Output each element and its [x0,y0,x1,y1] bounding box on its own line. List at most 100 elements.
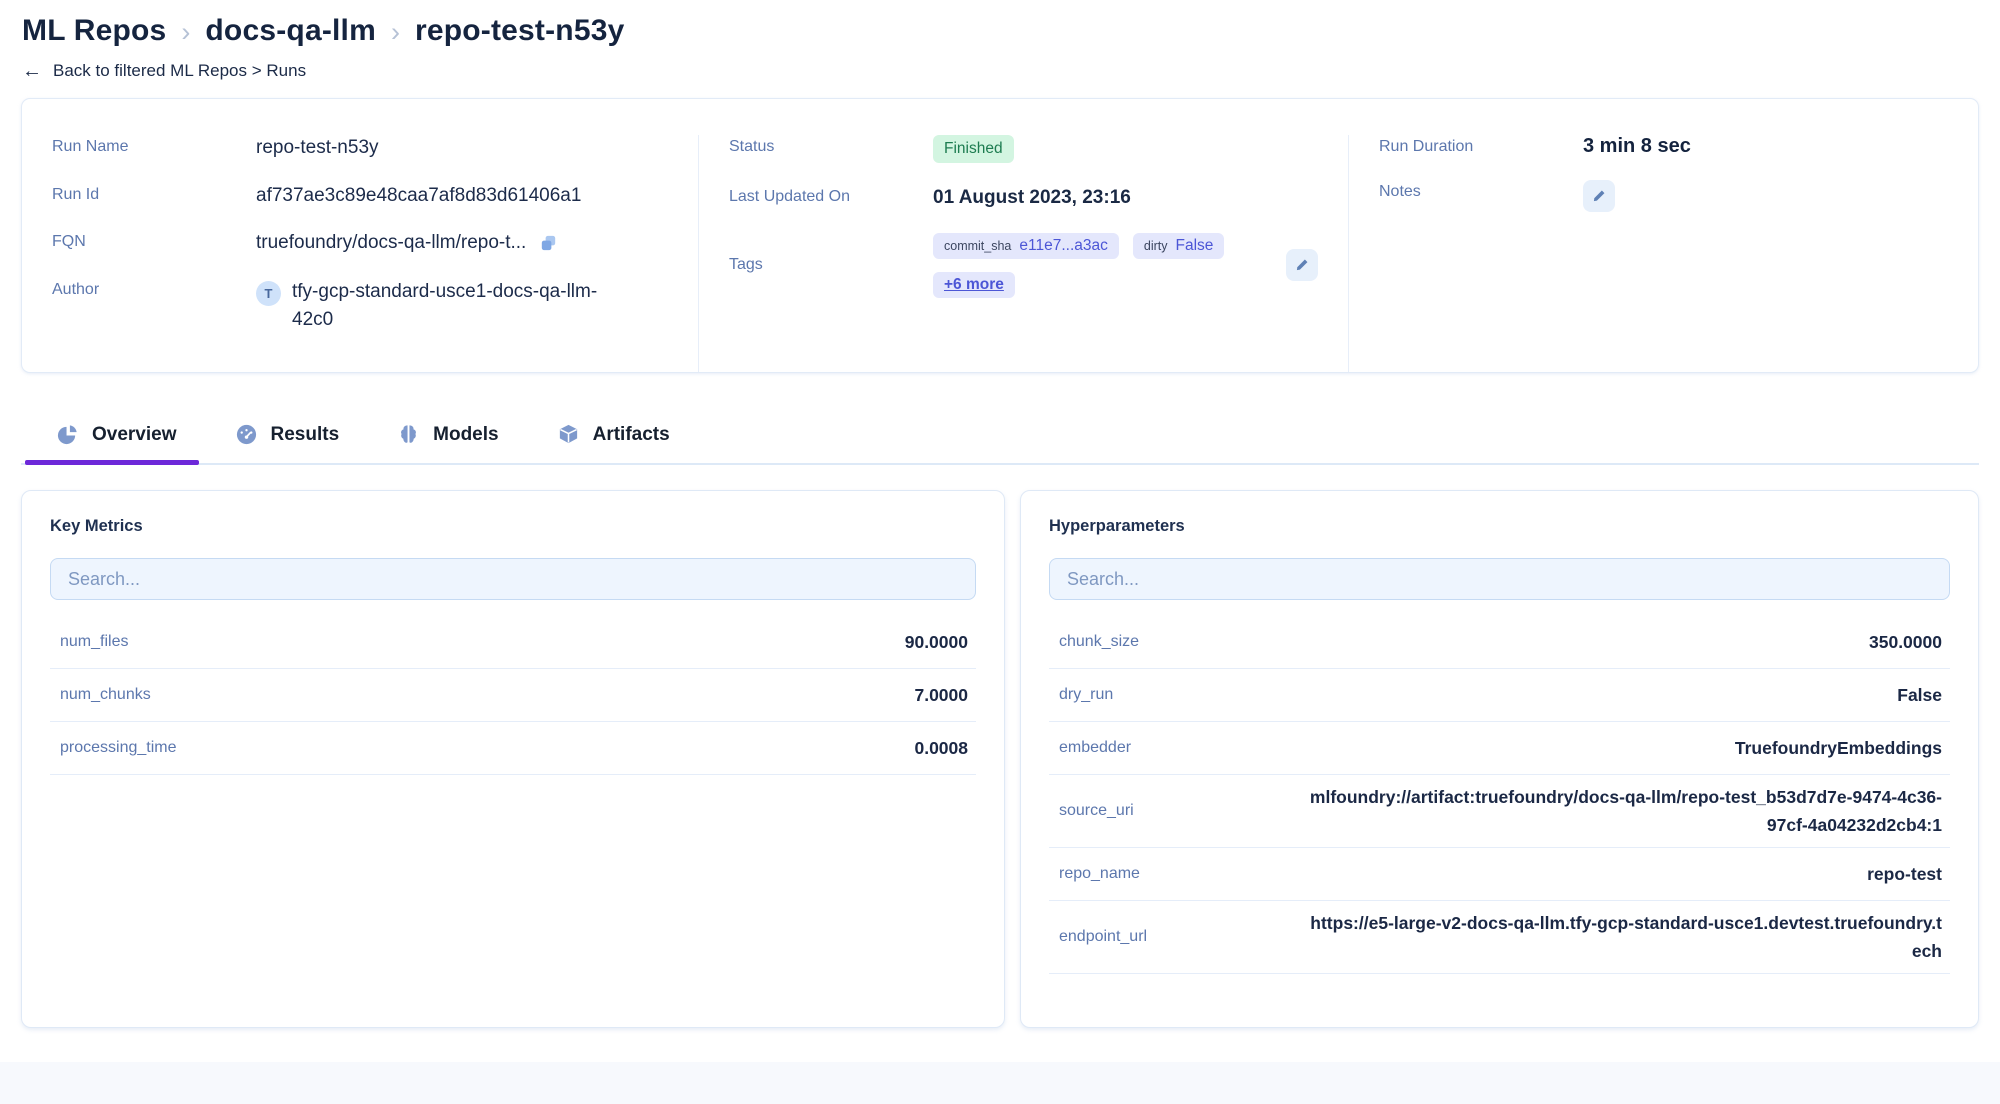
fqn-value: truefoundry/docs-qa-llm/repo-t... [256,230,526,256]
hyperparameter-key: endpoint_url [1059,928,1147,946]
gauge-icon [235,423,258,446]
overview-panels: Key Metrics num_files 90.0000 num_chunks… [21,490,1979,1028]
tags-row: Tags commit_sha e11e7...a3ac dirty False… [729,233,1318,298]
hyperparameter-key: source_uri [1059,802,1134,820]
breadcrumb-item-repo[interactable]: docs-qa-llm [205,14,376,48]
run-id-label: Run Id [52,183,256,209]
brain-icon [397,423,420,446]
hyperparameter-row: embedder TruefoundryEmbeddings [1049,722,1950,775]
status-label: Status [729,135,933,163]
metric-value: 7.0000 [914,681,968,709]
edit-tags-button[interactable] [1286,249,1318,281]
author-avatar: T [256,281,281,306]
breadcrumb-item-run: repo-test-n53y [415,14,625,48]
run-duration-value: 3 min 8 sec [1583,135,1691,158]
fqn-row: FQN truefoundry/docs-qa-llm/repo-t... [52,230,668,256]
run-duration-label: Run Duration [1379,135,1583,158]
metric-key: num_files [60,633,128,651]
run-info-column-meta: Run Duration 3 min 8 sec Notes [1348,135,1978,372]
hyperparameters-search-input[interactable] [1049,558,1950,600]
metric-row: processing_time 0.0008 [50,722,976,775]
tag-value: e11e7...a3ac [1019,237,1107,255]
back-link-label: Back to filtered ML Repos > Runs [53,61,306,81]
hyperparameters-title: Hyperparameters [1049,517,1950,536]
copy-icon [538,233,559,254]
hyperparameter-value: https://e5-large-v2-docs-qa-llm.tfy-gcp-… [1306,909,1942,965]
tags-more-link[interactable]: +6 more [933,272,1015,298]
hyperparameter-key: embedder [1059,739,1131,757]
tab-results[interactable]: Results [235,423,340,463]
breadcrumb: ML Repos › docs-qa-llm › repo-test-n53y [22,14,1976,48]
page-footer-background [0,1062,2000,1104]
hyperparameter-value: repo-test [1867,860,1942,888]
run-info-column-identity: Run Name repo-test-n53y Run Id af737ae3c… [22,135,698,372]
status-badge: Finished [933,135,1014,163]
metric-row: num_chunks 7.0000 [50,669,976,722]
status-row: Status Finished [729,135,1318,163]
pencil-icon [1591,188,1607,204]
last-updated-row: Last Updated On 01 August 2023, 23:16 [729,185,1318,211]
copy-fqn-button[interactable] [538,233,559,254]
tag-dirty: dirty False [1133,233,1225,259]
hyperparameters-table: chunk_size 350.0000 dry_run False embedd… [1049,616,1950,974]
run-name-row: Run Name repo-test-n53y [52,135,668,161]
tag-key: commit_sha [944,239,1011,253]
tags-label: Tags [729,256,933,274]
metric-value: 90.0000 [905,628,968,656]
key-metrics-title: Key Metrics [50,517,976,536]
metric-value: 0.0008 [914,734,968,762]
hyperparameter-row: repo_name repo-test [1049,848,1950,901]
last-updated-value: 01 August 2023, 23:16 [933,185,1131,211]
back-to-runs-link[interactable]: ← Back to filtered ML Repos > Runs [22,61,306,81]
run-duration-row: Run Duration 3 min 8 sec [1379,135,1948,158]
tab-overview[interactable]: Overview [56,423,177,463]
breadcrumb-separator-icon: › [181,15,190,48]
hyperparameter-row: chunk_size 350.0000 [1049,616,1950,669]
run-tabs: Overview Results [21,423,1979,465]
notes-label: Notes [1379,180,1583,212]
hyperparameter-row: dry_run False [1049,669,1950,722]
author-row: Author T tfy-gcp-standard-usce1-docs-qa-… [52,278,668,334]
run-info-card: Run Name repo-test-n53y Run Id af737ae3c… [21,98,1979,373]
pie-chart-icon [56,423,79,446]
hyperparameter-key: dry_run [1059,686,1113,704]
key-metrics-table: num_files 90.0000 num_chunks 7.0000 proc… [50,616,976,775]
tab-label: Overview [92,424,177,446]
metric-key: num_chunks [60,686,151,704]
hyperparameter-value: 350.0000 [1869,628,1942,656]
tab-models[interactable]: Models [397,423,498,463]
run-name-label: Run Name [52,135,256,161]
hyperparameter-row: source_uri mlfoundry://artifact:truefoun… [1049,775,1950,848]
hyperparameters-panel: Hyperparameters chunk_size 350.0000 dry_… [1020,490,1979,1028]
key-metrics-panel: Key Metrics num_files 90.0000 num_chunks… [21,490,1005,1028]
tab-label: Artifacts [593,424,670,446]
fqn-label: FQN [52,230,256,256]
author-label: Author [52,278,256,334]
author-value: tfy-gcp-standard-usce1-docs-qa-llm-42c0 [292,278,612,334]
hyperparameter-row: endpoint_url https://e5-large-v2-docs-qa… [1049,901,1950,974]
run-id-value: af737ae3c89e48caa7af8d83d61406a1 [256,183,581,209]
hyperparameter-key: repo_name [1059,865,1140,883]
cube-icon [557,423,580,446]
tab-artifacts[interactable]: Artifacts [557,423,670,463]
tab-label: Results [271,424,340,446]
key-metrics-search-input[interactable] [50,558,976,600]
hyperparameter-key: chunk_size [1059,633,1139,651]
page-header: ML Repos › docs-qa-llm › repo-test-n53y … [0,0,2000,81]
metric-key: processing_time [60,739,177,757]
run-detail-page: ML Repos › docs-qa-llm › repo-test-n53y … [0,0,2000,1104]
hyperparameter-value: mlfoundry://artifact:truefoundry/docs-qa… [1306,783,1942,839]
edit-notes-button[interactable] [1583,180,1615,212]
pencil-icon [1294,257,1310,273]
breadcrumb-separator-icon: › [391,15,400,48]
tag-key: dirty [1144,239,1168,253]
tab-label: Models [433,424,498,446]
run-name-value: repo-test-n53y [256,135,379,161]
back-arrow-icon: ← [22,61,42,81]
run-info-column-status: Status Finished Last Updated On 01 Augus… [698,135,1348,372]
run-id-row: Run Id af737ae3c89e48caa7af8d83d61406a1 [52,183,668,209]
metric-row: num_files 90.0000 [50,616,976,669]
tag-value: False [1176,237,1214,255]
breadcrumb-item-ml-repos[interactable]: ML Repos [22,14,166,48]
hyperparameter-value: TruefoundryEmbeddings [1735,734,1942,762]
